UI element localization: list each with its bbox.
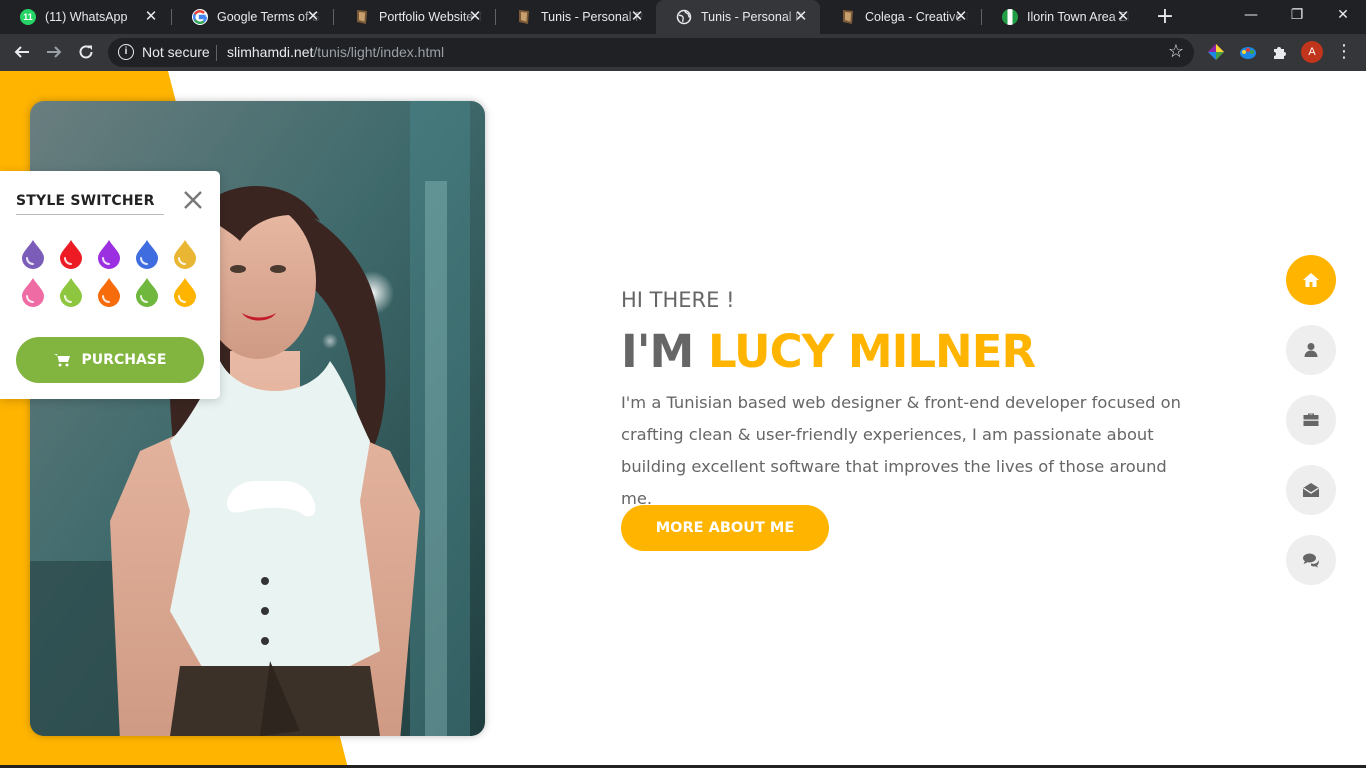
tab-tunis-active[interactable]: Tunis - Personal Po ✕ [656, 0, 820, 34]
color-picker-extension-icon[interactable] [1206, 42, 1226, 62]
nav-home[interactable] [1286, 255, 1336, 305]
color-swatch-drop-icon[interactable] [133, 277, 161, 307]
extensions-puzzle-icon[interactable] [1270, 42, 1290, 62]
hero-name: I'M LUCY MILNER [621, 325, 1036, 378]
url-text: slimhamdi.net/tunis/light/index.html [227, 44, 444, 60]
url-path: /tunis/light/index.html [313, 44, 445, 60]
nav-about[interactable] [1286, 325, 1336, 375]
comments-icon [1303, 553, 1319, 568]
nigeria-flag-icon [1002, 9, 1018, 25]
close-tab-icon[interactable]: ✕ [142, 8, 160, 26]
browser-menu-icon[interactable]: ⋮ [1334, 39, 1354, 65]
purchase-button[interactable]: PURCHASE [16, 337, 204, 383]
back-button[interactable] [8, 38, 36, 66]
color-swatch-drop-icon[interactable] [19, 239, 47, 269]
nav-contact[interactable] [1286, 465, 1336, 515]
greeting: HI THERE ! [621, 288, 735, 312]
style-switcher-panel: STYLE SWITCHER PURCHASE [0, 171, 220, 399]
color-swatch-drop-icon[interactable] [133, 239, 161, 269]
close-tab-icon[interactable]: ✕ [466, 8, 484, 26]
briefcase-icon [1303, 413, 1319, 426]
nav-blog[interactable] [1286, 535, 1336, 585]
themeforest-icon [840, 9, 856, 25]
close-icon[interactable] [181, 188, 205, 212]
globe-icon [676, 9, 692, 25]
home-icon [1303, 273, 1319, 287]
name-prefix: I'M [621, 325, 708, 378]
tab-colega[interactable]: Colega - Creative P ✕ [820, 0, 980, 34]
themeforest-icon [354, 9, 370, 25]
close-tab-icon[interactable]: ✕ [628, 8, 646, 26]
bookmark-star-icon[interactable]: ☆ [1168, 41, 1184, 62]
color-swatch-drop-icon[interactable] [57, 239, 85, 269]
minimize-button[interactable]: — [1228, 0, 1274, 34]
whatsapp-icon: 11 [20, 9, 36, 25]
new-tab-button[interactable]: + [1152, 4, 1178, 30]
restore-button[interactable]: ❐ [1274, 0, 1320, 34]
purchase-label: PURCHASE [81, 352, 167, 368]
browser-toolbar: i Not secure slimhamdi.net/tunis/light/i… [0, 34, 1366, 71]
color-swatch-drop-icon[interactable] [95, 239, 123, 269]
color-swatch-drop-icon[interactable] [19, 277, 47, 307]
close-tab-icon[interactable]: ✕ [952, 8, 970, 26]
close-tab-icon[interactable]: ✕ [1114, 8, 1132, 26]
address-bar[interactable]: i Not secure slimhamdi.net/tunis/light/i… [108, 38, 1194, 67]
tab-portfolio-website[interactable]: Portfolio Website T ✕ [334, 0, 494, 34]
name-highlight: LUCY MILNER [707, 325, 1036, 378]
envelope-open-icon [1303, 483, 1319, 497]
forward-button[interactable] [40, 38, 68, 66]
tab-title: Tunis - Personal Po [701, 10, 805, 24]
color-swatch-drop-icon[interactable] [57, 277, 85, 307]
omnibox-divider [216, 45, 217, 61]
profile-avatar[interactable]: A [1301, 41, 1323, 63]
tab-title: (11) WhatsApp [45, 10, 128, 24]
color-swatch-drop-icon[interactable] [171, 239, 199, 269]
hero-bio: I'm a Tunisian based web designer & fron… [621, 393, 1181, 508]
color-swatch-drop-icon[interactable] [171, 277, 199, 307]
user-icon [1304, 343, 1318, 357]
tab-strip: 11 (11) WhatsApp ✕ Google Terms of S ✕ P… [0, 0, 1366, 34]
color-swatch-grid [19, 239, 209, 311]
more-about-me-button[interactable]: MORE ABOUT ME [621, 505, 829, 551]
page-content: STYLE SWITCHER PURCHASE HI THERE ! I'M L… [0, 71, 1366, 768]
info-icon[interactable]: i [118, 44, 134, 60]
google-icon [192, 9, 208, 25]
close-tab-icon[interactable]: ✕ [792, 8, 810, 26]
tab-ilorin[interactable]: Ilorin Town Area Zi ✕ [982, 0, 1142, 34]
close-tab-icon[interactable]: ✕ [304, 8, 322, 26]
style-switcher-underline [16, 214, 164, 215]
color-swatch-drop-icon[interactable] [95, 277, 123, 307]
tab-tunis-1[interactable]: Tunis - Personal Po ✕ [496, 0, 656, 34]
themeforest-icon [516, 9, 532, 25]
security-label: Not secure [142, 44, 210, 60]
cart-icon [53, 354, 70, 367]
url-host: slimhamdi.net [227, 44, 314, 60]
nav-portfolio[interactable] [1286, 395, 1336, 445]
window-close-button[interactable]: ✕ [1320, 0, 1366, 34]
tab-google-terms[interactable]: Google Terms of S ✕ [172, 0, 332, 34]
reload-button[interactable] [72, 38, 100, 66]
tab-whatsapp[interactable]: 11 (11) WhatsApp ✕ [0, 0, 170, 34]
palette-extension-icon[interactable] [1238, 42, 1258, 62]
style-switcher-title: STYLE SWITCHER [16, 193, 155, 209]
